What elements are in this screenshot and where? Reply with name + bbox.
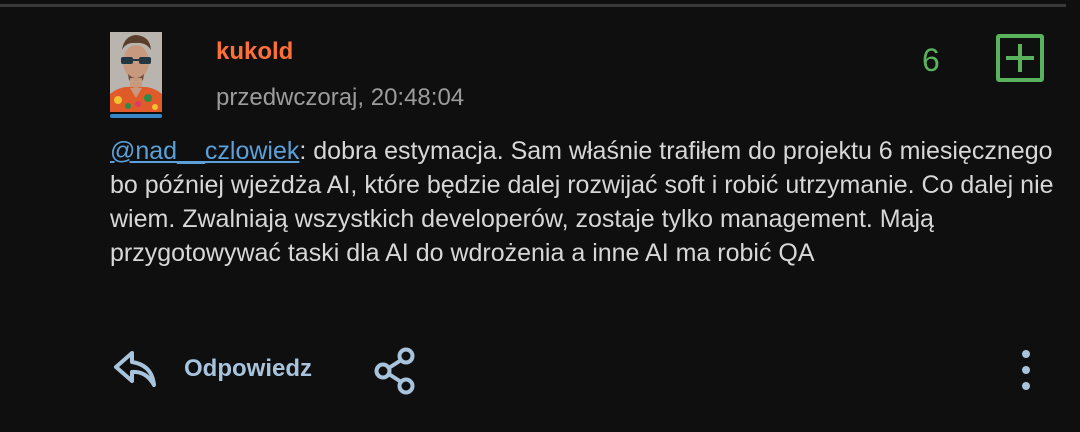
divider-line xyxy=(0,4,1066,7)
user-mention-link[interactable]: @nad__czlowiek xyxy=(110,137,299,165)
comment-timestamp: przedwczoraj, 20:48:04 xyxy=(216,84,465,111)
vote-count: 6 xyxy=(922,42,940,78)
more-vertical-icon[interactable] xyxy=(1014,346,1038,394)
author-name[interactable]: kukold xyxy=(216,38,293,66)
avatar-image xyxy=(110,32,162,112)
reply-button[interactable]: Odpowiedz xyxy=(184,355,312,383)
avatar-underline xyxy=(110,114,162,118)
comment-body: @nad__czlowiek: dobra estymacja. Sam wła… xyxy=(110,134,1070,270)
avatar[interactable] xyxy=(110,32,162,112)
share-icon[interactable] xyxy=(370,345,422,397)
reply-icon[interactable] xyxy=(112,345,160,393)
upvote-plus-button[interactable] xyxy=(996,34,1044,82)
